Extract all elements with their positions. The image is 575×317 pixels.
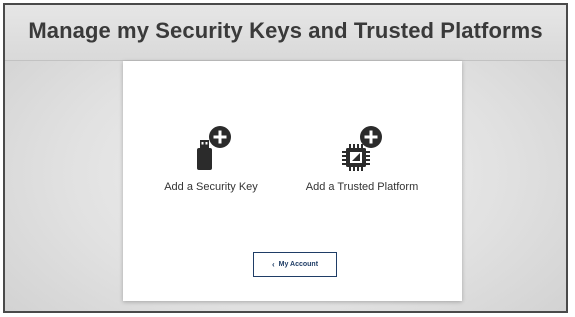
chip-add-icon [340,125,384,173]
my-account-button[interactable]: ‹ My Account [253,252,337,277]
my-account-label: My Account [278,261,319,268]
add-trusted-platform-label: Add a Trusted Platform [305,181,419,193]
slide-frame: Manage my Security Keys and Trusted Plat… [3,3,568,313]
options-card: Add a Security Key Add a Trusted Platfor… [123,61,462,301]
chevron-left-icon: ‹ [271,260,275,269]
add-security-key-option[interactable]: Add a Security Key [155,125,267,193]
page-title: Manage my Security Keys and Trusted Plat… [28,18,543,43]
usb-key-add-icon [189,125,233,173]
add-security-key-label: Add a Security Key [164,181,258,193]
title-bar: Manage my Security Keys and Trusted Plat… [5,5,566,61]
add-trusted-platform-option[interactable]: Add a Trusted Platform [287,125,437,193]
